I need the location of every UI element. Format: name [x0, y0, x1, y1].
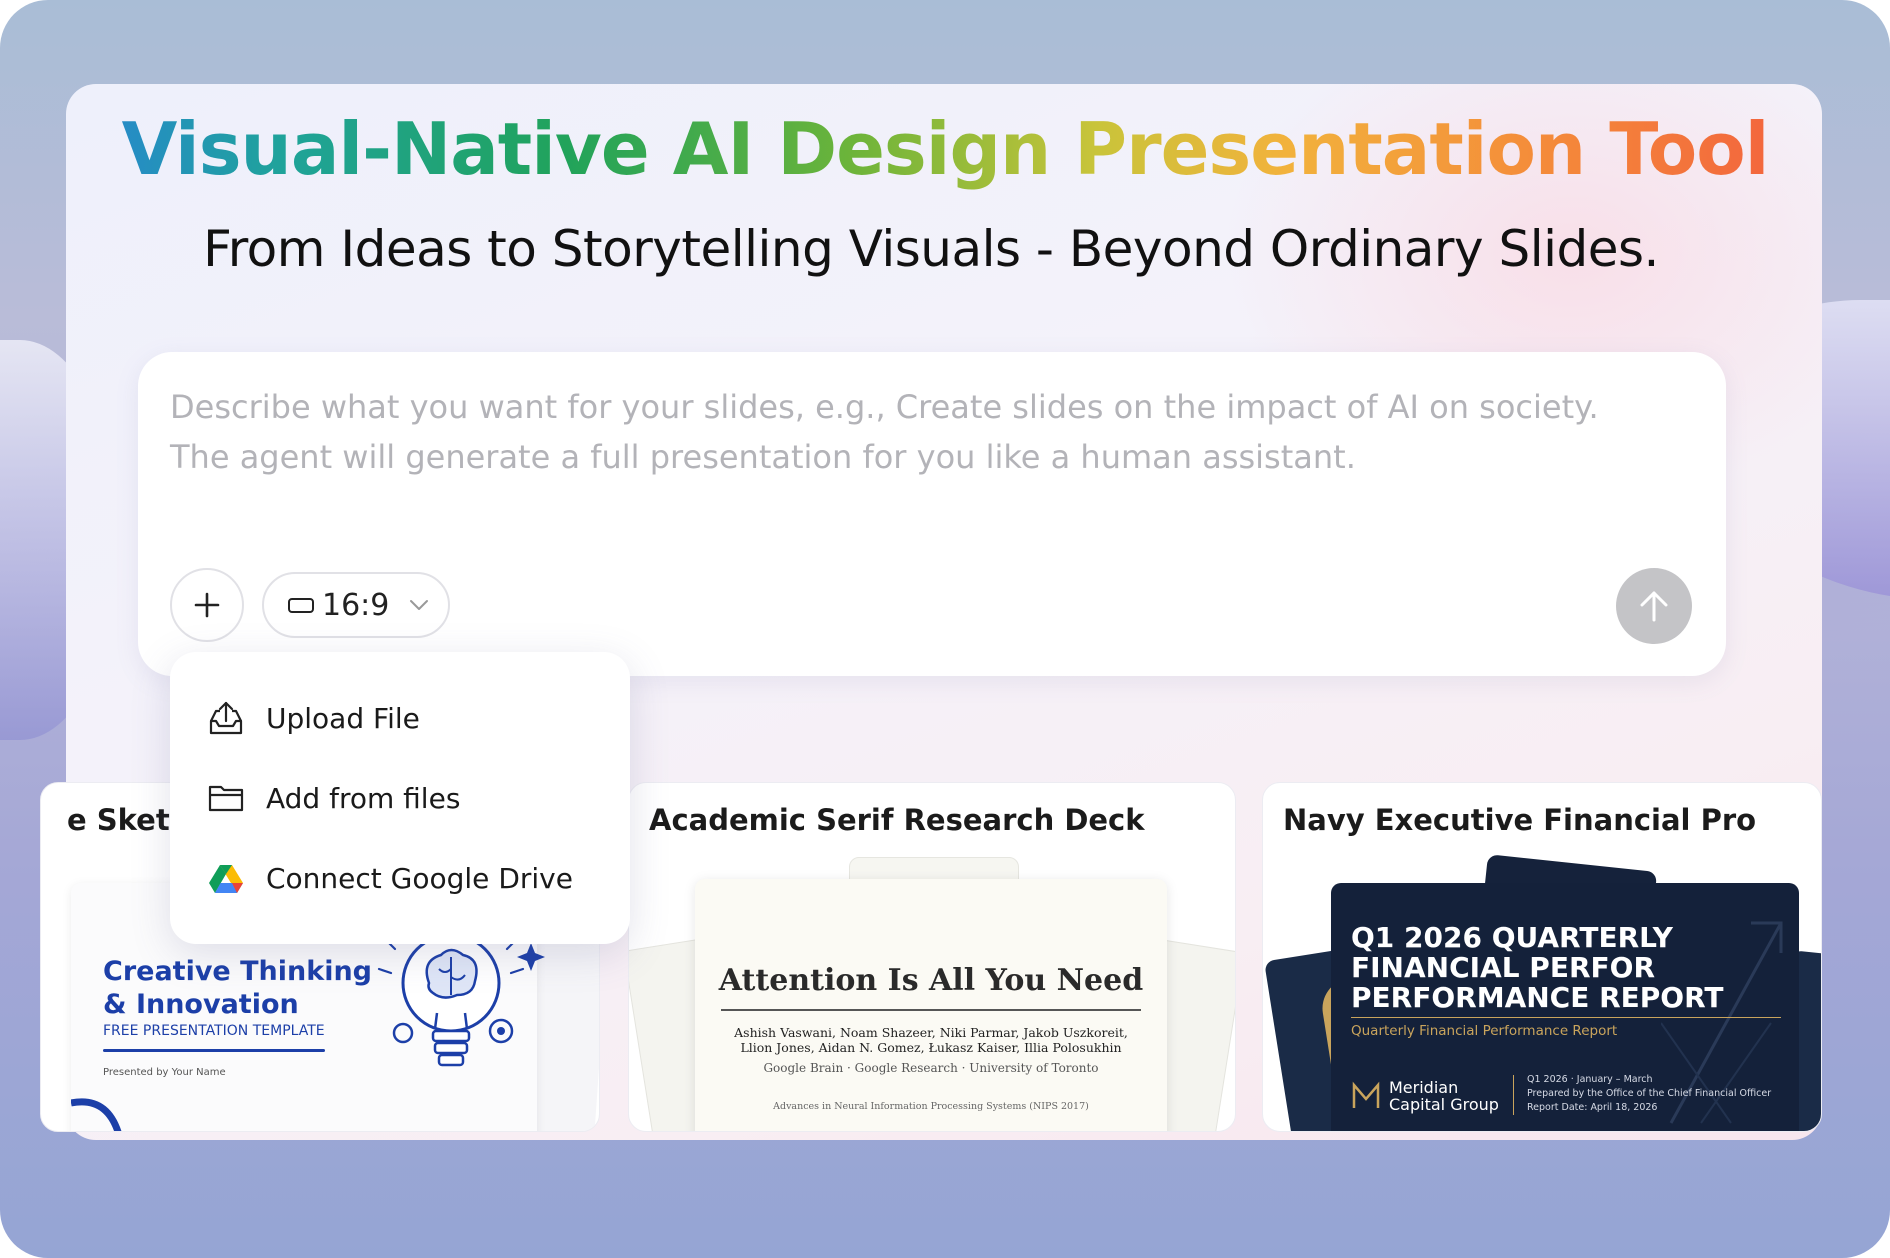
slide-subheading: FREE PRESENTATION TEMPLATE [103, 1023, 325, 1039]
brand-logo: Meridian Capital Group [1351, 1079, 1499, 1113]
slide-meta: Q1 2026 · January – March Prepared by th… [1527, 1074, 1772, 1113]
template-card-academic[interactable]: Academic Serif Research Deck Attention I… [628, 782, 1236, 1132]
slide-heading: Q1 2026 QUARTERLY FINANCIAL PERFOR PERFO… [1351, 921, 1724, 1014]
prompt-placeholder-line2: The agent will generate a full presentat… [170, 438, 1356, 476]
google-drive-icon [206, 858, 246, 898]
menu-item-connect-google-drive[interactable]: Connect Google Drive [206, 848, 606, 908]
slide-heading: Creative Thinking & Innovation [103, 956, 373, 1020]
menu-item-label: Connect Google Drive [266, 861, 573, 895]
slide-subheading: Quarterly Financial Performance Report [1351, 1023, 1618, 1039]
prompt-card: Describe what you want for your slides, … [138, 352, 1726, 676]
slide-affiliations: Google Brain · Google Research · Univers… [763, 1061, 1099, 1075]
aspect-ratio-dropdown[interactable]: 16:9 [262, 572, 450, 638]
menu-item-add-from-files[interactable]: Add from files [206, 768, 606, 828]
template-preview-slide: Q1 2026 QUARTERLY FINANCIAL PERFOR PERFO… [1331, 883, 1799, 1131]
template-title: e Sketc [67, 803, 187, 837]
plus-icon [194, 592, 220, 618]
slide-presenter: Presented by Your Name [103, 1067, 226, 1078]
template-preview-slide: Attention Is All You Need Ashish Vaswani… [695, 879, 1167, 1131]
menu-item-label: Add from files [266, 781, 461, 815]
menu-item-label: Upload File [266, 701, 420, 735]
slide-authors: Ashish Vaswani, Noam Shazeer, Niki Parma… [734, 1025, 1128, 1055]
template-title: Navy Executive Financial Pro [1283, 803, 1757, 837]
decorative-swirl [71, 1098, 122, 1131]
prompt-placeholder-line1: Describe what you want for your slides, … [170, 388, 1599, 426]
aspect-ratio-label: 16:9 [322, 587, 390, 623]
template-card-navy-financial[interactable]: Navy Executive Financial Pro Q1 2026 QUA… [1262, 782, 1822, 1132]
slide-rule [721, 1009, 1141, 1011]
slide-rule [1351, 1017, 1781, 1018]
hero-subtitle: From Ideas to Storytelling Visuals - Bey… [203, 220, 1659, 278]
brand-name: Meridian Capital Group [1389, 1078, 1499, 1114]
meridian-m-icon [1352, 1081, 1380, 1108]
attachment-menu: Upload File Add from files Connect Googl… [170, 652, 630, 944]
app-frame: Visual-Native AI Design Presentation Too… [0, 0, 1890, 1258]
menu-item-upload-file[interactable]: Upload File [206, 688, 606, 748]
slide-underline [103, 1049, 325, 1052]
arrow-up-icon [1640, 591, 1668, 622]
hero-title: Visual-Native AI Design Presentation Too… [0, 104, 1890, 194]
slide-venue: Advances in Neural Information Processin… [773, 1101, 1089, 1112]
aspect-ratio-icon [288, 597, 314, 613]
add-attachment-button[interactable] [170, 568, 244, 642]
chevron-down-icon [410, 600, 429, 610]
upload-icon [206, 698, 246, 738]
slide-heading: Attention Is All You Need [718, 963, 1144, 998]
folder-icon [206, 778, 246, 818]
slide-divider [1513, 1075, 1514, 1115]
send-button[interactable] [1616, 568, 1692, 644]
prompt-input[interactable]: Describe what you want for your slides, … [170, 382, 1670, 482]
template-title: Academic Serif Research Deck [649, 803, 1145, 837]
